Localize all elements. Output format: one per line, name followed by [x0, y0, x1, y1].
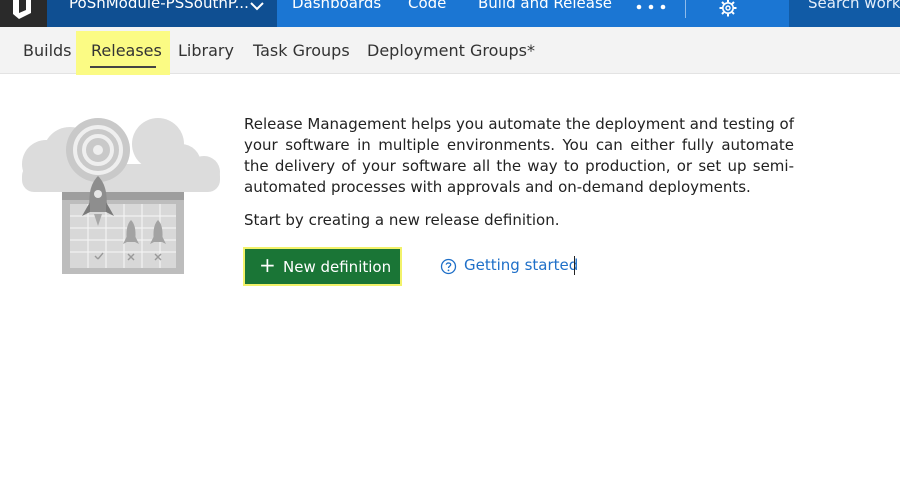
help-circle-icon: [440, 258, 457, 275]
vsts-logo-icon: [13, 0, 31, 19]
nav-build-and-release[interactable]: Build and Release: [478, 0, 612, 12]
tab-deployment-groups[interactable]: Deployment Groups*: [367, 41, 535, 60]
tab-builds[interactable]: Builds: [23, 41, 72, 60]
search-box[interactable]: Search work: [789, 0, 900, 27]
gear-icon[interactable]: [718, 0, 738, 18]
plus-icon: +: [259, 253, 276, 277]
project-name: PoShModule-PSSouthP...: [69, 0, 249, 12]
chevron-down-icon: [250, 2, 264, 11]
logo-button[interactable]: [0, 0, 47, 27]
more-icon[interactable]: [636, 4, 666, 10]
release-illustration: [22, 118, 220, 274]
getting-started-label: Getting started: [464, 256, 579, 274]
release-description: Release Management helps you automate th…: [244, 115, 794, 196]
new-definition-label: New definition: [283, 258, 392, 276]
tab-releases[interactable]: Releases: [91, 41, 162, 60]
nav-code[interactable]: Code: [408, 0, 446, 12]
start-text: Start by creating a new release definiti…: [244, 211, 560, 229]
top-bar: PoShModule-PSSouthP... Dashboards Code B…: [0, 0, 900, 27]
search-input[interactable]: Search work: [808, 0, 900, 12]
active-tab-indicator: [90, 66, 156, 68]
tab-library[interactable]: Library: [178, 41, 234, 60]
nav-dashboards[interactable]: Dashboards: [292, 0, 381, 12]
new-definition-button[interactable]: + New definition: [243, 247, 402, 286]
project-selector[interactable]: PoShModule-PSSouthP...: [47, 0, 277, 27]
nav-separator: [685, 0, 686, 18]
tab-task-groups[interactable]: Task Groups: [253, 41, 350, 60]
text-cursor: [574, 256, 575, 275]
page: PoShModule-PSSouthP... Dashboards Code B…: [0, 0, 900, 480]
